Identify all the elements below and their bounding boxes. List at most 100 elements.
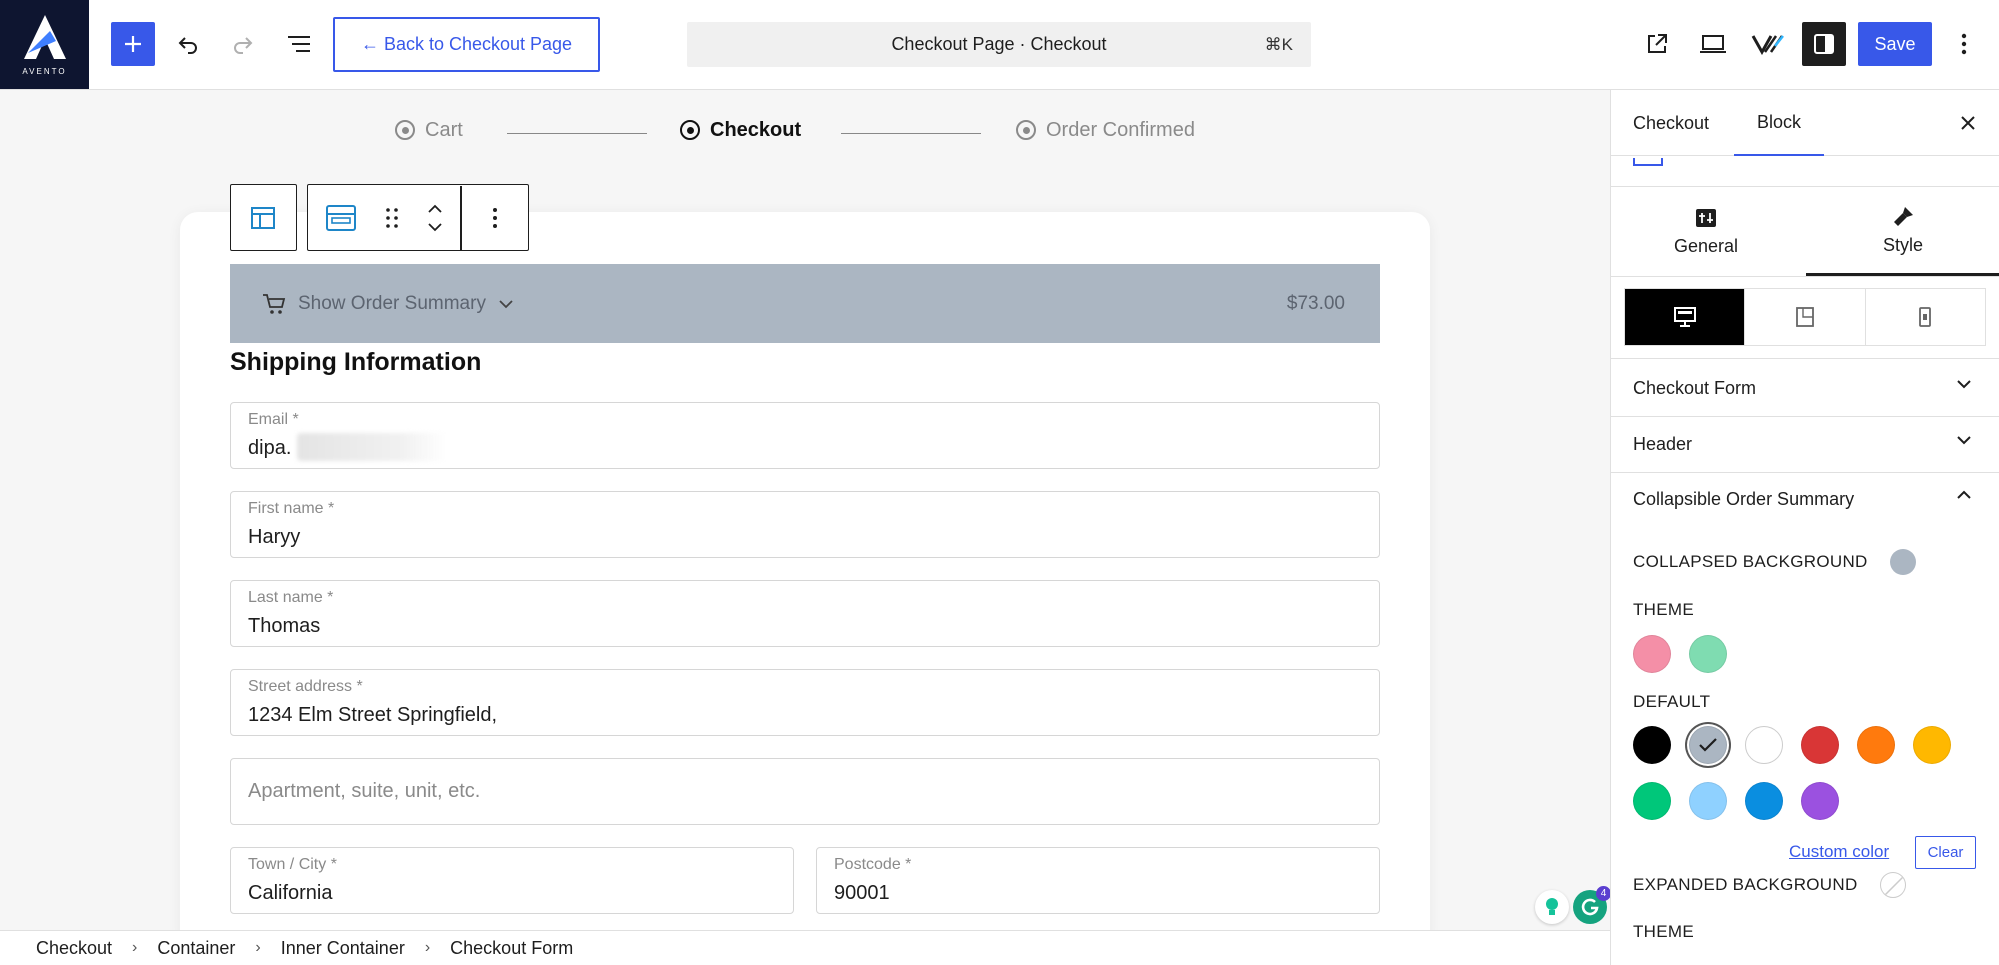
custom-color-link[interactable]: Custom color — [1789, 842, 1889, 862]
device-desktop[interactable] — [1625, 289, 1746, 345]
default-color-swatch[interactable] — [1801, 782, 1839, 820]
default-color-swatch[interactable] — [1913, 726, 1951, 764]
device-mobile[interactable] — [1866, 289, 1985, 345]
summary-toggle[interactable]: Show Order Summary — [262, 293, 514, 315]
cart-icon — [263, 293, 286, 314]
chevron-down-icon — [1957, 380, 1971, 389]
theme-color-swatch[interactable] — [1633, 635, 1671, 673]
chevron-right-icon: › — [132, 939, 138, 956]
checkout-steps: Cart Checkout Order Confirmed — [0, 110, 1610, 150]
options-menu-button[interactable] — [1944, 22, 1984, 66]
subtab-general[interactable]: General — [1611, 188, 1801, 276]
device-tablet[interactable] — [1745, 289, 1866, 345]
step-checkout[interactable]: Checkout — [680, 110, 801, 150]
logo-mark-icon — [23, 15, 66, 59]
command-palette-bar[interactable]: Checkout Page · Checkout ⌘K — [687, 22, 1311, 67]
clear-color-button[interactable]: Clear — [1915, 836, 1976, 869]
summary-label: Show Order Summary — [298, 292, 486, 314]
move-up-icon[interactable] — [427, 204, 443, 213]
back-to-checkout-button[interactable]: ← Back to Checkout Page — [333, 17, 600, 72]
close-sidebar-button[interactable] — [1953, 108, 1983, 138]
step-cart[interactable]: Cart — [395, 110, 463, 150]
floating-extension-icons: 4 — [1535, 886, 1610, 926]
undo-button[interactable] — [166, 22, 210, 66]
drag-handle[interactable] — [374, 186, 410, 250]
city-value: California — [248, 882, 333, 904]
last-name-field[interactable]: Last name * Thomas — [230, 580, 1380, 647]
plugin-brand-button[interactable] — [1746, 22, 1790, 66]
block-controls — [307, 184, 529, 251]
panel-checkout-form[interactable]: Checkout Form — [1611, 361, 1999, 416]
tab-checkout[interactable]: Checkout — [1633, 90, 1709, 156]
editor-canvas: Cart Checkout Order Confirmed Show Order… — [0, 90, 1610, 930]
site-logo[interactable]: AVENTO — [0, 0, 89, 89]
sidebar-icon — [1814, 34, 1834, 54]
email-field[interactable]: Email * dipa. — [230, 402, 1380, 469]
panel-collapsible-order-summary[interactable]: Collapsible Order Summary — [1611, 472, 1999, 527]
first-name-label: First name * — [248, 500, 335, 517]
default-color-swatch[interactable] — [1745, 726, 1783, 764]
breadcrumb-item[interactable]: Checkout — [36, 938, 112, 959]
theme-label: THEME — [1633, 600, 1694, 619]
move-down-icon[interactable] — [427, 222, 443, 232]
panel-header[interactable]: Header — [1611, 417, 1999, 472]
breadcrumb-item[interactable]: Container — [157, 938, 235, 959]
breadcrumb-item[interactable]: Inner Container — [281, 938, 405, 959]
block-toolbar — [230, 184, 529, 251]
view-page-button[interactable] — [1635, 22, 1679, 66]
first-name-field[interactable]: First name * Haryy — [230, 491, 1380, 558]
expanded-background-label: EXPANDED BACKGROUND — [1633, 875, 1858, 894]
grammarly-icon — [1581, 898, 1599, 916]
tab-block[interactable]: Block — [1734, 90, 1825, 156]
default-color-swatch[interactable] — [1633, 726, 1671, 764]
subtab-label: Style — [1882, 235, 1924, 255]
divider — [1611, 276, 1999, 277]
default-color-swatch[interactable] — [1689, 782, 1727, 820]
idea-button[interactable] — [1535, 890, 1569, 924]
move-buttons[interactable] — [410, 186, 460, 250]
default-color-swatch[interactable] — [1745, 782, 1783, 820]
grammarly-badge: 4 — [1596, 886, 1610, 901]
collapsible-order-summary[interactable]: Show Order Summary $73.00 — [230, 264, 1380, 343]
step-order-confirmed[interactable]: Order Confirmed — [1016, 110, 1195, 150]
add-block-button[interactable] — [111, 22, 155, 66]
settings-sidebar-toggle[interactable] — [1802, 22, 1846, 66]
no-color-icon — [1884, 876, 1904, 896]
default-color-swatch[interactable] — [1801, 726, 1839, 764]
document-overview-button[interactable] — [277, 22, 321, 66]
block-options-button[interactable] — [462, 186, 528, 250]
brand-v-icon — [1751, 35, 1784, 55]
default-color-swatch-selected[interactable] — [1689, 726, 1727, 764]
theme-color-swatch[interactable] — [1689, 635, 1727, 673]
grammarly-button[interactable]: 4 — [1573, 886, 1610, 924]
block-type-button[interactable] — [308, 186, 374, 250]
collapsed-background-label: COLLAPSED BACKGROUND — [1633, 552, 1868, 571]
default-color-swatch[interactable] — [1857, 726, 1895, 764]
apartment-placeholder: Apartment, suite, unit, etc. — [248, 780, 481, 802]
default-color-swatch[interactable] — [1633, 782, 1671, 820]
general-settings-icon — [1696, 208, 1716, 227]
subtab-style[interactable]: Style — [1806, 188, 1999, 276]
checkout-form-icon — [326, 204, 356, 231]
step-indicator-icon — [1016, 120, 1036, 140]
expanded-background-swatch[interactable] — [1880, 872, 1906, 898]
tablet-icon — [1796, 307, 1814, 327]
idea-bulb-icon — [1546, 898, 1558, 915]
step-label: Cart — [425, 118, 463, 141]
street-address-field[interactable]: Street address * 1234 Elm Street Springf… — [230, 669, 1380, 736]
theme-label-2: THEME — [1633, 922, 1694, 941]
postcode-value: 90001 — [834, 882, 890, 904]
save-button[interactable]: Save — [1858, 22, 1932, 66]
apartment-field[interactable]: Apartment, suite, unit, etc. — [230, 758, 1380, 825]
step-indicator-icon — [680, 120, 700, 140]
parent-block-selector[interactable] — [230, 184, 297, 251]
settings-sidebar: Checkout Block General Style Checkout Fo… — [1610, 90, 1999, 965]
last-name-label: Last name * — [248, 589, 334, 606]
preview-device-button[interactable] — [1691, 22, 1735, 66]
postcode-field[interactable]: Postcode * 90001 — [816, 847, 1380, 914]
collapsed-background-swatch[interactable] — [1890, 549, 1916, 575]
undo-icon — [178, 37, 197, 54]
email-value: dipa. — [248, 437, 292, 459]
redo-button[interactable] — [221, 22, 265, 66]
city-field[interactable]: Town / City * California — [230, 847, 794, 914]
